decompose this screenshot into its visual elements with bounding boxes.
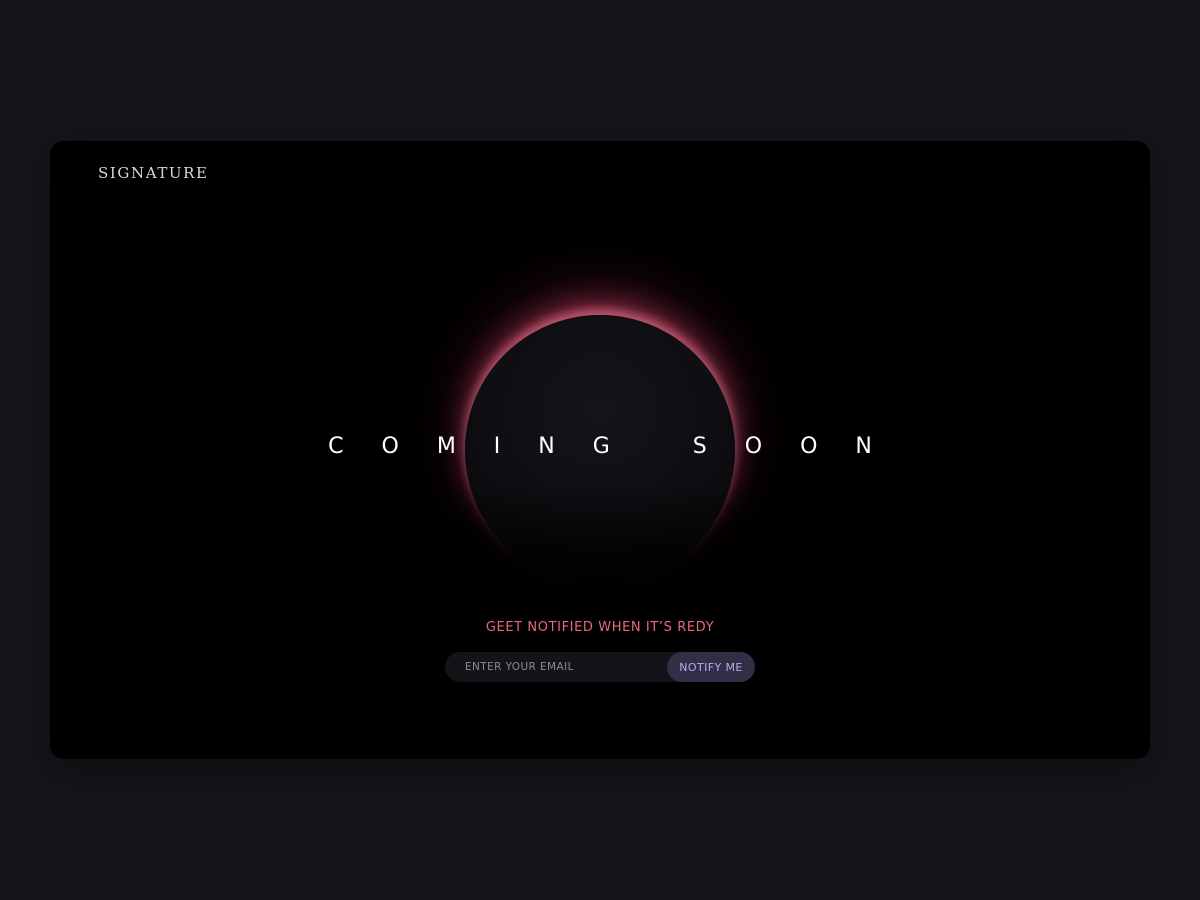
brand-logo[interactable]: SIGNATURE <box>98 164 209 182</box>
notify-form: NOTIFY ME <box>445 652 755 682</box>
eclipse-fade <box>445 481 755 611</box>
notify-label: GEET NOTIFIED WHEN IT’S REDY <box>485 620 715 635</box>
notify-me-button[interactable]: NOTIFY ME <box>667 652 755 682</box>
coming-soon-card: SIGNATURE COMING SOON GEET NOTIFIED WHEN… <box>50 141 1150 759</box>
coming-soon-headline: COMING SOON <box>328 434 910 459</box>
email-input[interactable] <box>445 652 665 682</box>
